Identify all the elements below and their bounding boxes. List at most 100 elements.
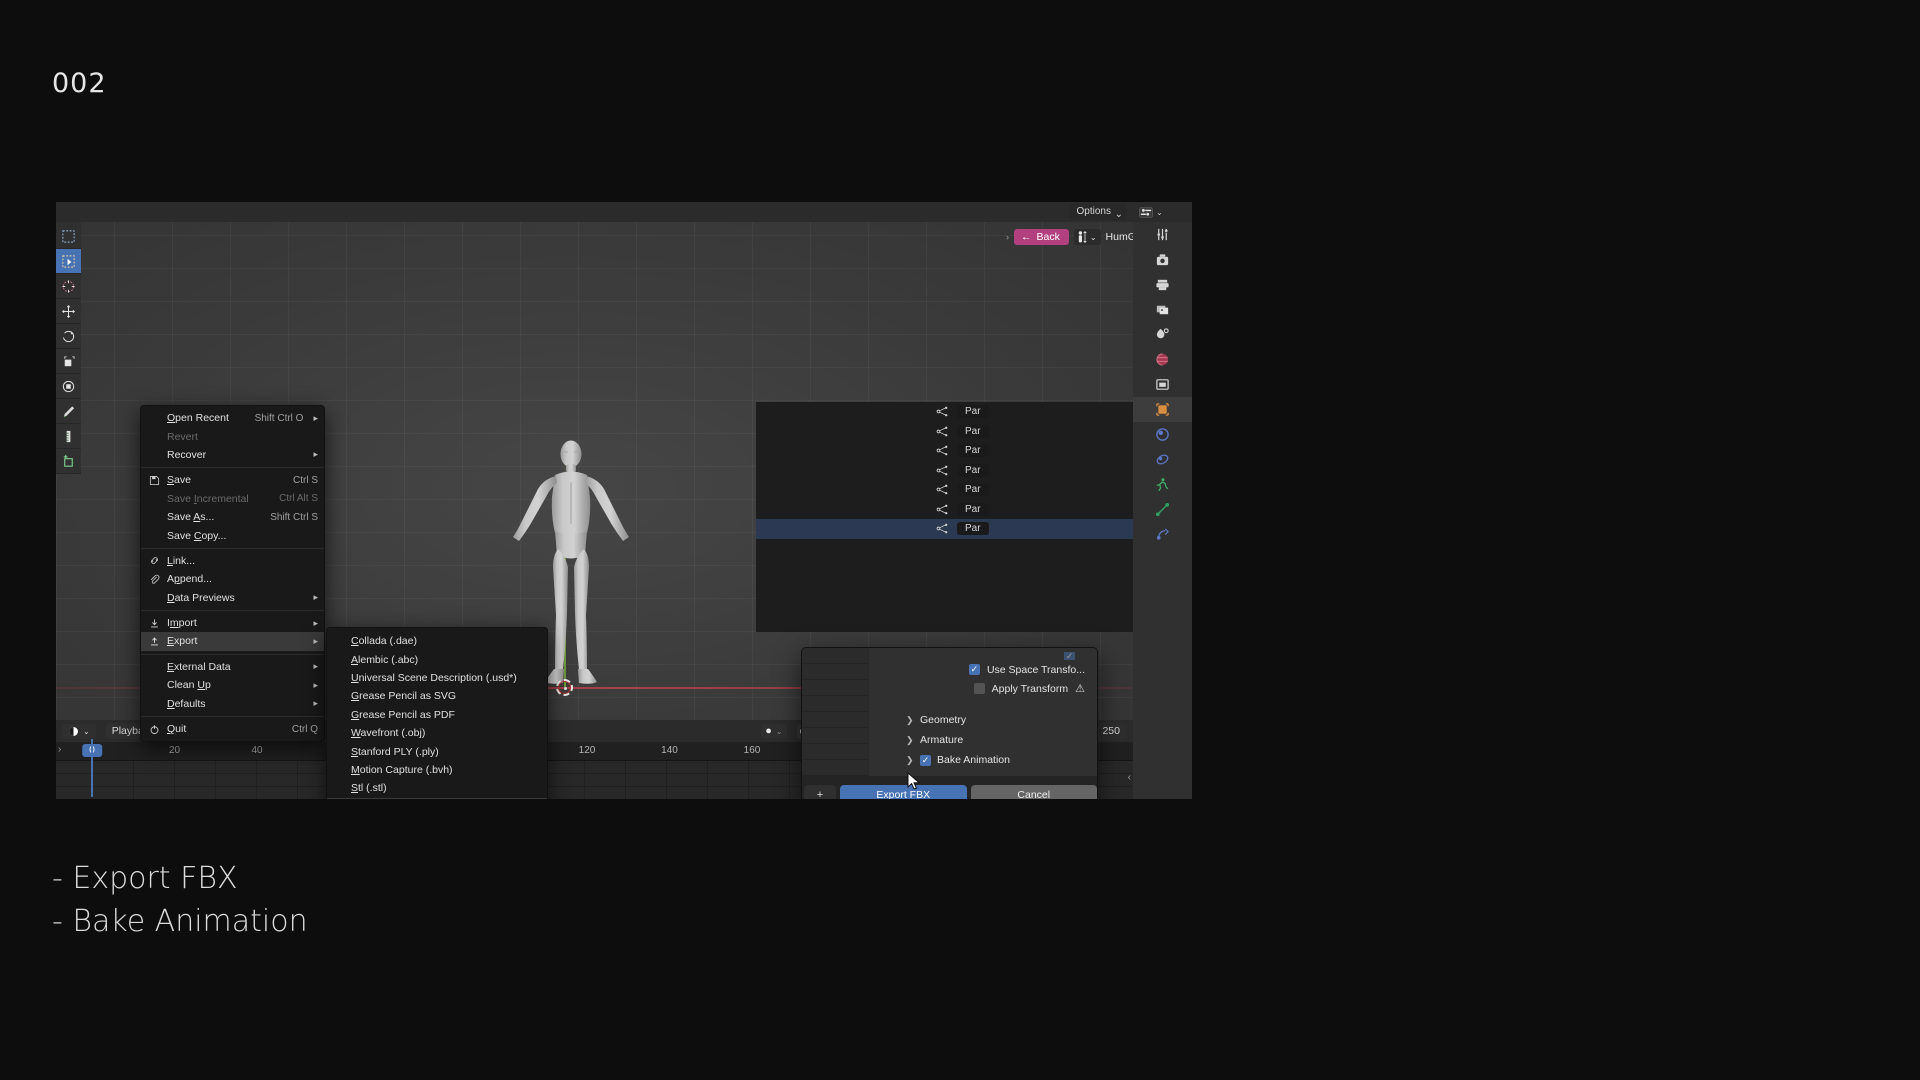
chevron-down-icon: ⌄: [775, 726, 783, 736]
file-menu-item-save-as[interactable]: Save As... Shift Ctrl S: [141, 508, 324, 526]
export-menu-item-grease-pencil-as-pdf[interactable]: Grease Pencil as PDF: [327, 706, 547, 724]
submenu-arrow-icon: ▸: [313, 698, 318, 709]
outliner-row[interactable]: Par: [756, 480, 1133, 500]
file-menu-item-external-data[interactable]: External Data ▸: [141, 658, 324, 676]
menu-item-label: Grease Pencil as SVG: [351, 690, 457, 703]
file-menu-item-import[interactable]: Import ▸: [141, 614, 324, 632]
chevron-down-icon: ⌄: [1089, 232, 1097, 242]
export-menu-item-motion-capture-bvh[interactable]: Motion Capture (.bvh): [327, 761, 547, 779]
fbx-file-row[interactable]: [802, 664, 869, 680]
outliner-row[interactable]: Par: [756, 500, 1133, 520]
file-menu-item-data-previews[interactable]: Data Previews ▸: [141, 589, 324, 607]
fbx-dialog-file-list[interactable]: [802, 648, 869, 776]
outliner-region[interactable]: Par Par Par Par Par Par Par: [756, 402, 1133, 632]
fbx-file-row[interactable]: [802, 696, 869, 712]
export-menu-item-grease-pencil-as-svg[interactable]: Grease Pencil as SVG: [327, 687, 547, 705]
menu-item-label: Wavefront (.obj): [351, 727, 426, 740]
checkbox[interactable]: [973, 683, 985, 694]
humgen-object-selector[interactable]: ⌄: [1073, 229, 1101, 245]
humgen-back-label: Back: [1036, 231, 1060, 243]
tool-annotate[interactable]: [56, 399, 81, 424]
cancel-button[interactable]: Cancel: [970, 784, 1097, 799]
file-menu-item-clean-up[interactable]: Clean Up ▸: [141, 676, 324, 694]
tool-properties-tab[interactable]: [1133, 222, 1192, 247]
file-menu-item-append[interactable]: Append...: [141, 570, 324, 588]
export-menu-item-alembic-abc[interactable]: Alembic (.abc): [327, 650, 547, 668]
record-icon: ●: [765, 725, 772, 737]
expand-panel-icon[interactable]: ›: [1006, 232, 1009, 242]
timeline-expand-right-icon[interactable]: ‹: [1128, 772, 1131, 783]
file-menu-item-open-recent[interactable]: Open Recent Shift Ctrl O ▸: [141, 409, 324, 427]
checkbox[interactable]: [920, 754, 931, 766]
outliner-row[interactable]: Par: [756, 519, 1133, 539]
object-properties-tab[interactable]: [1133, 397, 1192, 422]
modifier-properties-tab[interactable]: [1133, 422, 1192, 447]
export-icon: [147, 636, 161, 647]
particle-properties-tab[interactable]: [1133, 447, 1192, 472]
fbx-file-row[interactable]: [802, 744, 869, 760]
tool-select-box[interactable]: [56, 249, 81, 274]
slide-number: 002: [52, 68, 107, 99]
fbx-section-geometry[interactable]: ❯ Geometry: [878, 710, 1097, 730]
outliner-row[interactable]: Par: [756, 441, 1133, 461]
output-properties-tab[interactable]: [1133, 272, 1192, 297]
constraint-properties-tab[interactable]: [1133, 497, 1192, 522]
timeline-editor-type-button[interactable]: ⌄: [62, 723, 96, 739]
chevron-right-icon[interactable]: ❯: [906, 755, 914, 766]
auto-keying-button[interactable]: ● ⌄: [761, 724, 787, 738]
file-menu-item-quit[interactable]: Quit Ctrl Q: [141, 720, 324, 738]
outliner-row[interactable]: Par: [756, 402, 1133, 422]
menu-item-label: Alembic (.abc): [351, 653, 419, 666]
fbx-option-apply-transform[interactable]: Apply Transform ⚠: [869, 679, 1097, 698]
scene-properties-tab[interactable]: [1133, 322, 1192, 347]
file-menu-item-save-copy[interactable]: Save Copy...: [141, 526, 324, 544]
caption-line-0: - Export FBX: [52, 861, 238, 896]
file-menu-item-save[interactable]: Save Ctrl S: [141, 471, 324, 489]
tool-tweak[interactable]: [56, 224, 81, 249]
view-layer-properties-tab[interactable]: [1133, 297, 1192, 322]
timeline-expand-left-icon[interactable]: ›: [58, 744, 61, 755]
export-menu-item-collada-dae[interactable]: Collada (.dae): [327, 632, 547, 650]
menu-item-label: Defaults: [167, 697, 206, 710]
caption-block: - Export FBX - Bake Animation: [52, 858, 308, 943]
fbx-section-armature[interactable]: ❯ Armature: [878, 730, 1097, 750]
checkbox[interactable]: [968, 664, 980, 675]
tool-transform[interactable]: [56, 374, 81, 399]
tool-move[interactable]: [56, 299, 81, 324]
data-properties-tab[interactable]: [1133, 522, 1192, 547]
export-menu-item-fbx-fbx[interactable]: FBX (.fbx): [327, 797, 547, 799]
fbx-file-row[interactable]: [802, 760, 869, 776]
render-properties-tab[interactable]: [1133, 247, 1192, 272]
fbx-file-row[interactable]: [802, 680, 869, 696]
export-menu-item-stl-stl[interactable]: Stl (.stl): [327, 779, 547, 797]
chevron-right-icon[interactable]: ❯: [906, 715, 914, 726]
file-menu-item-defaults[interactable]: Defaults ▸: [141, 694, 324, 712]
export-menu-item-wavefront-obj[interactable]: Wavefront (.obj): [327, 724, 547, 742]
export-menu-item-stanford-ply-ply[interactable]: Stanford PLY (.ply): [327, 742, 547, 760]
file-menu-item-export[interactable]: Export ▸: [141, 632, 324, 651]
fbx-file-row[interactable]: [802, 712, 869, 728]
export-fbx-button[interactable]: Export FBX: [840, 784, 967, 799]
tool-measure[interactable]: [56, 424, 81, 449]
file-menu-item-recover[interactable]: Recover ▸: [141, 446, 324, 464]
tool-scale[interactable]: [56, 349, 81, 374]
export-menu-item-universal-scene-description-usd[interactable]: Universal Scene Description (.usd*): [327, 669, 547, 687]
viewport-options-button[interactable]: Options ⌄: [1068, 204, 1127, 220]
tool-add-cube[interactable]: [56, 449, 81, 474]
tool-cursor[interactable]: [56, 274, 81, 299]
fbx-section-bake-animation[interactable]: ❯ Bake Animation: [878, 750, 1097, 770]
outliner-row[interactable]: Par: [756, 422, 1133, 442]
file-menu-item-link[interactable]: Link...: [141, 552, 324, 570]
chevron-right-icon[interactable]: ❯: [906, 735, 914, 746]
fbx-file-row[interactable]: [802, 648, 869, 664]
physics-properties-tab[interactable]: [1133, 472, 1192, 497]
fbx-option-use-space-transfo[interactable]: Use Space Transfo...: [869, 660, 1097, 679]
fbx-file-row[interactable]: [802, 728, 869, 744]
fbx-add-preset-button[interactable]: +: [804, 784, 836, 799]
outliner-row[interactable]: Par: [756, 461, 1133, 481]
world-properties-tab[interactable]: [1133, 347, 1192, 372]
tool-rotate[interactable]: [56, 324, 81, 349]
properties-editor-header[interactable]: ⌄: [1133, 202, 1192, 222]
collection-properties-tab[interactable]: [1133, 372, 1192, 397]
humgen-back-button[interactable]: ← Back: [1014, 229, 1069, 245]
